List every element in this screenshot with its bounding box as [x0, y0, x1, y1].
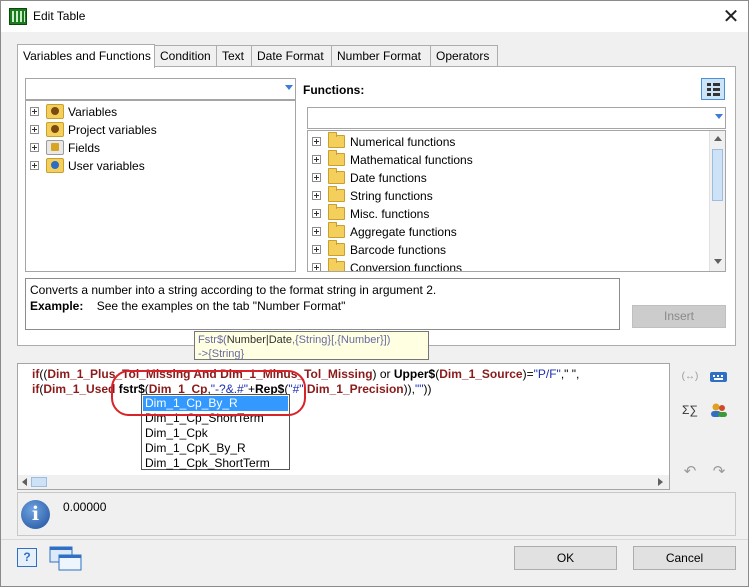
tab-date-format[interactable]: Date Format — [251, 45, 332, 67]
undo-icon[interactable]: ↶ — [680, 463, 700, 481]
scroll-right-icon[interactable] — [658, 478, 663, 486]
expand-icon[interactable] — [312, 173, 321, 182]
tab-operators[interactable]: Operators — [430, 45, 498, 67]
functions-filter-combo[interactable] — [307, 107, 726, 129]
scroll-up-icon[interactable] — [714, 136, 722, 141]
tree-item-label: Barcode functions — [350, 243, 447, 257]
redo-icon[interactable]: ↷ — [709, 463, 729, 481]
autocomplete-item[interactable]: Dim_1_Cpk_ShortTerm — [143, 456, 288, 471]
folder-icon — [328, 132, 345, 148]
windows-icon[interactable] — [49, 546, 83, 572]
functions-label: Functions: — [303, 83, 365, 97]
expand-icon[interactable] — [312, 263, 321, 271]
tree-item-label: Mathematical functions — [350, 153, 473, 167]
tab-condition[interactable]: Condition — [154, 45, 217, 67]
view-toggle-button[interactable] — [701, 78, 725, 100]
folder-icon — [328, 168, 345, 184]
description-text: Converts a number into a string accordin… — [30, 283, 437, 297]
expand-icon[interactable] — [30, 161, 39, 170]
help-icon[interactable]: ? — [17, 548, 37, 567]
tab-text[interactable]: Text — [216, 45, 252, 67]
tooltip-prefix: Fstr$( — [198, 334, 227, 346]
folder-icon — [328, 186, 345, 202]
autocomplete-item[interactable]: Dim_1_CpK_By_R — [143, 441, 288, 456]
tooltip-return-type: ->{String} — [198, 348, 245, 360]
function-description: Converts a number into a string accordin… — [25, 278, 620, 330]
variables-filter-combo[interactable] — [25, 78, 296, 100]
footer-separator — [1, 539, 748, 540]
expand-icon[interactable] — [312, 209, 321, 218]
expand-icon[interactable] — [312, 191, 321, 200]
list-view-icon — [707, 83, 720, 96]
functions-scrollbar[interactable] — [709, 131, 725, 271]
edit-table-dialog: Edit Table ✕ Variables and Functions Con… — [0, 0, 749, 587]
example-label: Example: — [30, 299, 84, 313]
expand-icon[interactable] — [30, 107, 39, 116]
autocomplete-item[interactable]: Dim_1_Cpk — [143, 426, 288, 441]
scrollbar-thumb[interactable] — [31, 477, 47, 487]
scrollbar-thumb[interactable] — [712, 149, 723, 201]
folder-icon — [328, 150, 345, 166]
formula-editor[interactable]: if((Dim_1_Plus_Tol_Missing And Dim_1_Min… — [17, 363, 670, 490]
autocomplete-item[interactable]: Dim_1_Cp_By_R — [143, 396, 288, 411]
user-variables-icon — [46, 158, 64, 173]
variables-icon — [46, 104, 64, 119]
chevron-down-icon — [715, 114, 723, 119]
sum-icon[interactable]: Σ∑ — [680, 401, 700, 419]
variables-tree: Variables Project variables Fields User … — [25, 100, 296, 272]
title-bar: Edit Table ✕ — [1, 1, 748, 32]
tree-item-label: Variables — [68, 105, 118, 119]
tree-item-label: Date functions — [350, 171, 427, 185]
tree-item-label: Project variables — [68, 123, 157, 137]
users-icon[interactable] — [709, 401, 729, 419]
result-panel: i 0.00000 — [17, 492, 736, 536]
tree-item-label: Numerical functions — [350, 135, 456, 149]
expand-icon[interactable] — [312, 245, 321, 254]
example-text: See the examples on the tab "Number Form… — [96, 299, 346, 313]
code-line-1: if((Dim_1_Plus_Tol_Missing And Dim_1_Min… — [32, 367, 580, 381]
tab-variables-and-functions[interactable]: Variables and Functions — [17, 44, 155, 68]
window-title: Edit Table — [33, 9, 86, 23]
tree-item-label: Misc. functions — [350, 207, 430, 221]
expand-icon[interactable] — [312, 227, 321, 236]
info-icon: i — [21, 500, 50, 529]
folder-icon — [328, 222, 345, 238]
insert-button[interactable]: Insert — [632, 305, 726, 328]
scroll-left-icon[interactable] — [22, 478, 27, 486]
chevron-down-icon — [285, 85, 293, 90]
tree-item-label: Conversion functions — [350, 261, 463, 272]
tooltip-rest: ,{String}[,{Number}]) — [291, 334, 391, 346]
word-wrap-icon[interactable]: (↔) — [680, 368, 700, 386]
keyboard-icon[interactable] — [709, 368, 729, 386]
app-icon — [9, 8, 27, 25]
tooltip-current-arg: Number|Date — [226, 334, 292, 346]
editor-horizontal-scrollbar[interactable] — [18, 475, 669, 489]
fields-icon — [46, 140, 64, 155]
tree-item-label: Aggregate functions — [350, 225, 457, 239]
autocomplete-item[interactable]: Dim_1_Cp_ShortTerm — [143, 411, 288, 426]
cancel-button[interactable]: Cancel — [633, 546, 736, 570]
project-variables-icon — [46, 122, 64, 137]
expand-icon[interactable] — [30, 125, 39, 134]
tab-number-format[interactable]: Number Format — [331, 45, 431, 67]
autocomplete-list: Dim_1_Cp_By_R Dim_1_Cp_ShortTerm Dim_1_C… — [141, 394, 290, 470]
expand-icon[interactable] — [312, 155, 321, 164]
expand-icon[interactable] — [312, 137, 321, 146]
scroll-down-icon[interactable] — [714, 259, 722, 264]
description-example: Example: See the examples on the tab "Nu… — [30, 298, 615, 314]
function-signature-tooltip: Fstr$(Number|Date,{String}[,{Number}]) -… — [194, 331, 429, 360]
folder-icon — [328, 258, 345, 271]
close-icon[interactable]: ✕ — [719, 4, 743, 28]
expand-icon[interactable] — [30, 143, 39, 152]
functions-tree: Numerical functions Mathematical functio… — [307, 130, 726, 272]
result-value: 0.00000 — [63, 500, 107, 514]
folder-icon — [328, 240, 345, 256]
tree-item-label: String functions — [350, 189, 433, 203]
folder-icon — [328, 204, 345, 220]
ok-button[interactable]: OK — [514, 546, 617, 570]
tree-item-label: User variables — [68, 159, 145, 173]
tree-item-label: Fields — [68, 141, 101, 155]
